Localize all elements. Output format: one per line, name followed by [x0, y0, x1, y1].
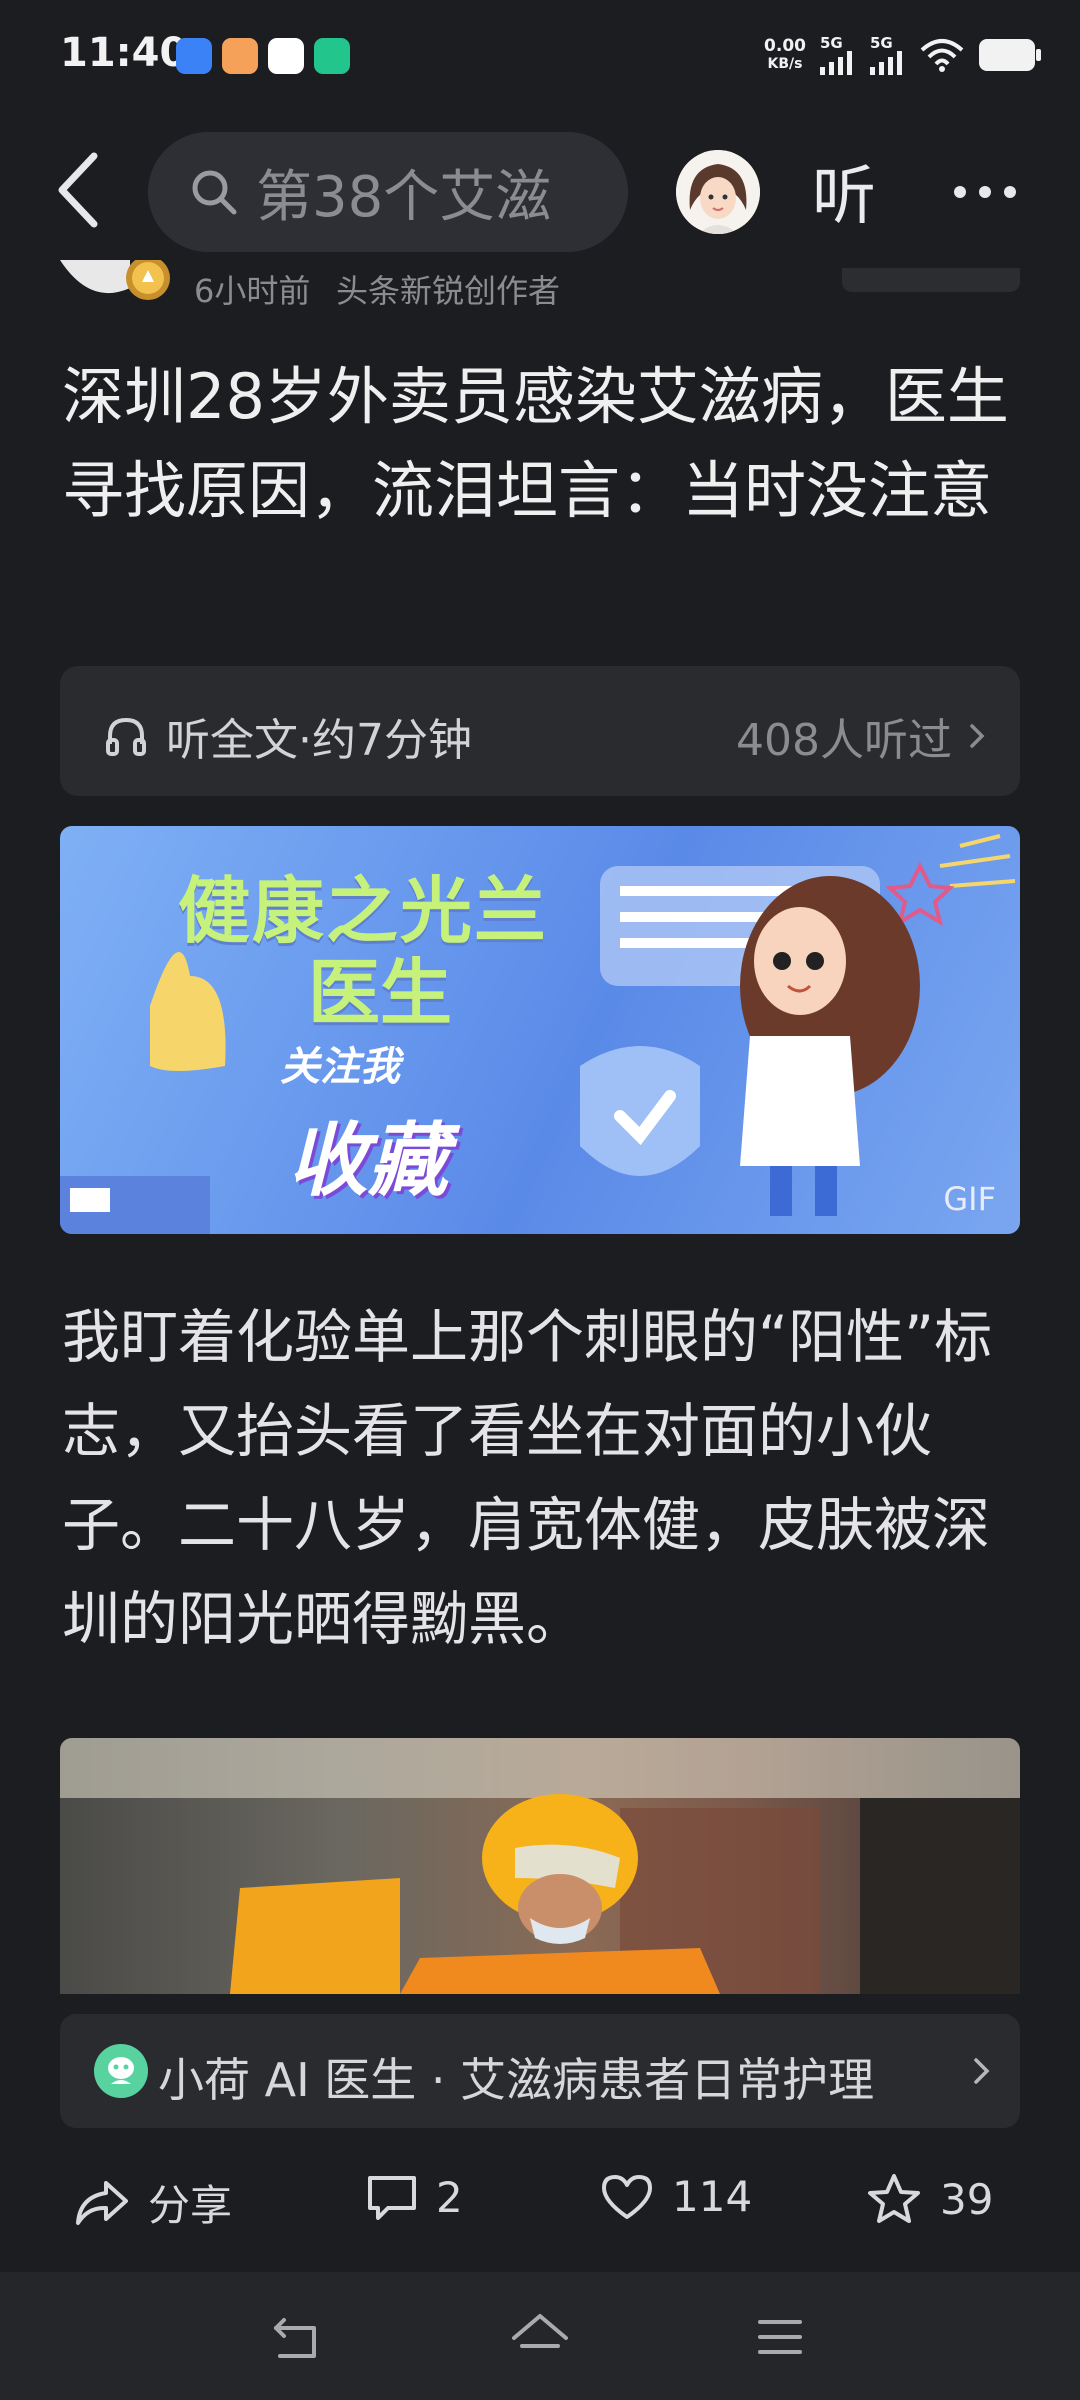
star-icon	[868, 2174, 920, 2223]
status-time: 11:40	[60, 30, 188, 76]
listen-full-text-card[interactable]: 听全文·约7分钟 408人听过	[60, 666, 1020, 796]
app-notification-icon	[268, 38, 304, 74]
listen-full-text-label: 听全文·约7分钟	[166, 715, 472, 766]
share-label: 分享	[148, 2181, 233, 2230]
author-avatar[interactable]	[60, 260, 170, 304]
battery-icon	[979, 39, 1041, 71]
ai-doctor-card[interactable]: 小荷 AI 医生 · 艾滋病患者日常护理	[60, 2014, 1020, 2128]
favorite-count: 39	[940, 2174, 994, 2224]
heart-icon	[602, 2174, 652, 2219]
article-title: 深圳28岁外卖员感染艾滋病，医生寻找原因，流泪坦言：当时没注意	[62, 360, 1009, 527]
search-query-text: 第38个艾滋	[256, 164, 552, 230]
comment-icon	[368, 2176, 416, 2220]
network-speed: 0.00 KB/s	[764, 36, 806, 72]
system-navigation-bar	[0, 2272, 1080, 2400]
share-button[interactable]: 分享	[74, 2172, 232, 2233]
wifi-icon	[920, 39, 964, 72]
ai-doctor-card-text: 小荷 AI 医生 · 艾滋病患者日常护理	[158, 2053, 875, 2107]
gif-badge: GIF	[943, 1180, 996, 1218]
app-notification-icon	[222, 38, 258, 74]
article-photo[interactable]	[60, 1738, 1020, 1994]
share-icon	[76, 2180, 128, 2225]
status-bar: 11:40 0.00 KB/s 5G 5G	[0, 0, 1080, 110]
article-paragraph: 我盯着化验单上那个刺眼的“阳性”标志，又抬头看了看坐在对面的小伙子。二十八岁，肩…	[62, 1303, 993, 1653]
like-count: 114	[672, 2172, 753, 2221]
listener-count: 408人听过	[736, 715, 952, 766]
app-notification-icon	[314, 38, 350, 74]
signal-bars-icon	[870, 51, 902, 75]
ai-doctor-logo-icon	[94, 2044, 148, 2098]
follow-button[interactable]	[842, 268, 1020, 292]
favorite-button[interactable]: 39	[866, 2172, 993, 2226]
nav-back-icon[interactable]	[270, 2314, 326, 2364]
banner-title-line2: 医生	[308, 951, 453, 1035]
chevron-right-icon	[974, 2058, 990, 2084]
banner-follow-text: 关注我	[280, 1044, 400, 1090]
banner-gif[interactable]: 健康之光兰 医生 关注我 收藏 GIF	[60, 826, 1020, 1234]
nav-menu-icon[interactable]	[756, 2316, 804, 2358]
listen-button[interactable]: 听	[812, 145, 876, 237]
headphones-icon	[106, 717, 146, 756]
like-button[interactable]: 114	[600, 2172, 752, 2221]
comment-button[interactable]: 2	[366, 2172, 463, 2222]
search-input[interactable]: 第38个艾滋	[148, 132, 628, 252]
back-icon[interactable]	[50, 150, 110, 230]
author-tag: 头条新锐创作者	[336, 272, 561, 310]
nav-home-icon[interactable]	[510, 2312, 570, 2364]
more-options-icon[interactable]	[950, 182, 1020, 202]
signal-bars-icon	[820, 51, 852, 75]
publish-time: 6小时前	[194, 272, 311, 310]
chevron-right-icon	[970, 724, 985, 748]
avatar-illustration	[676, 150, 760, 234]
signal-5g-1: 5G	[820, 35, 856, 75]
avatar[interactable]	[676, 150, 760, 234]
action-bar: 分享 2 114 39	[0, 2150, 1080, 2250]
comment-count: 2	[436, 2172, 463, 2222]
search-icon	[192, 170, 237, 215]
banner-collect-text: 收藏	[288, 1114, 448, 1207]
delivery-rider-photo	[60, 1738, 1020, 1994]
signal-5g-2: 5G	[870, 35, 906, 75]
app-notification-icon	[176, 38, 212, 74]
